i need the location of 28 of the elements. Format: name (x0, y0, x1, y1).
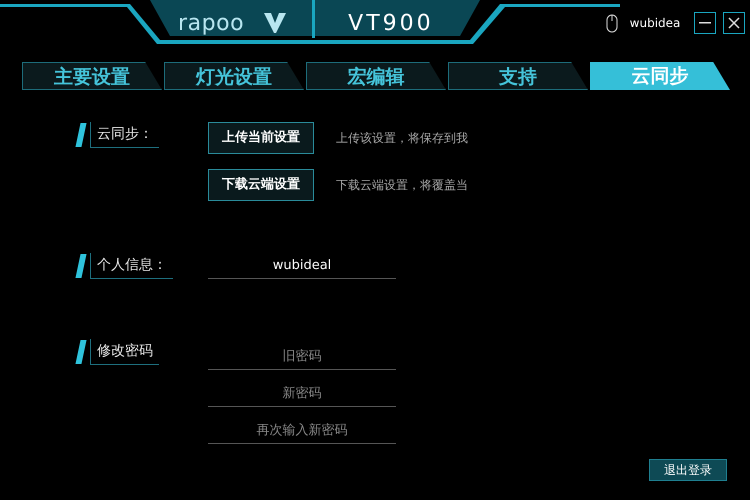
slash-icon (75, 123, 87, 147)
model-name: VT900 (348, 10, 434, 38)
section-label: 修改密码 (90, 339, 159, 365)
tab[interactable]: 灯光设置 (164, 62, 304, 90)
minimize-button[interactable] (694, 12, 716, 34)
username: wubidea (630, 15, 680, 32)
username-field[interactable]: wubideal (208, 253, 396, 279)
v-logo-icon (264, 13, 286, 33)
close-icon (728, 17, 740, 29)
tab[interactable]: 宏编辑 (306, 62, 446, 90)
minimize-icon (699, 22, 712, 24)
sync-button[interactable]: 下载云端设置 (208, 169, 314, 201)
close-button[interactable] (723, 12, 746, 34)
description-text: 下载云端设置，将覆盖当 (336, 177, 468, 194)
sync-button[interactable]: 上传当前设置 (208, 122, 314, 154)
section-label: 云同步： (90, 122, 159, 148)
tab[interactable]: 主要设置 (22, 62, 162, 90)
slash-icon (75, 340, 87, 364)
brand-logo: rapoo (178, 10, 244, 38)
password-field[interactable]: 新密码 (208, 380, 396, 407)
tab[interactable]: 支持 (448, 62, 588, 90)
password-field[interactable]: 旧密码 (208, 343, 396, 370)
logout-button[interactable]: 退出登录 (649, 459, 727, 481)
mouse-icon (606, 13, 618, 33)
section-label: 个人信息： (90, 253, 173, 279)
password-field[interactable]: 再次输入新密码 (208, 417, 396, 444)
slash-icon (75, 254, 87, 278)
description-text: 上传该设置，将保存到我 (336, 130, 468, 147)
